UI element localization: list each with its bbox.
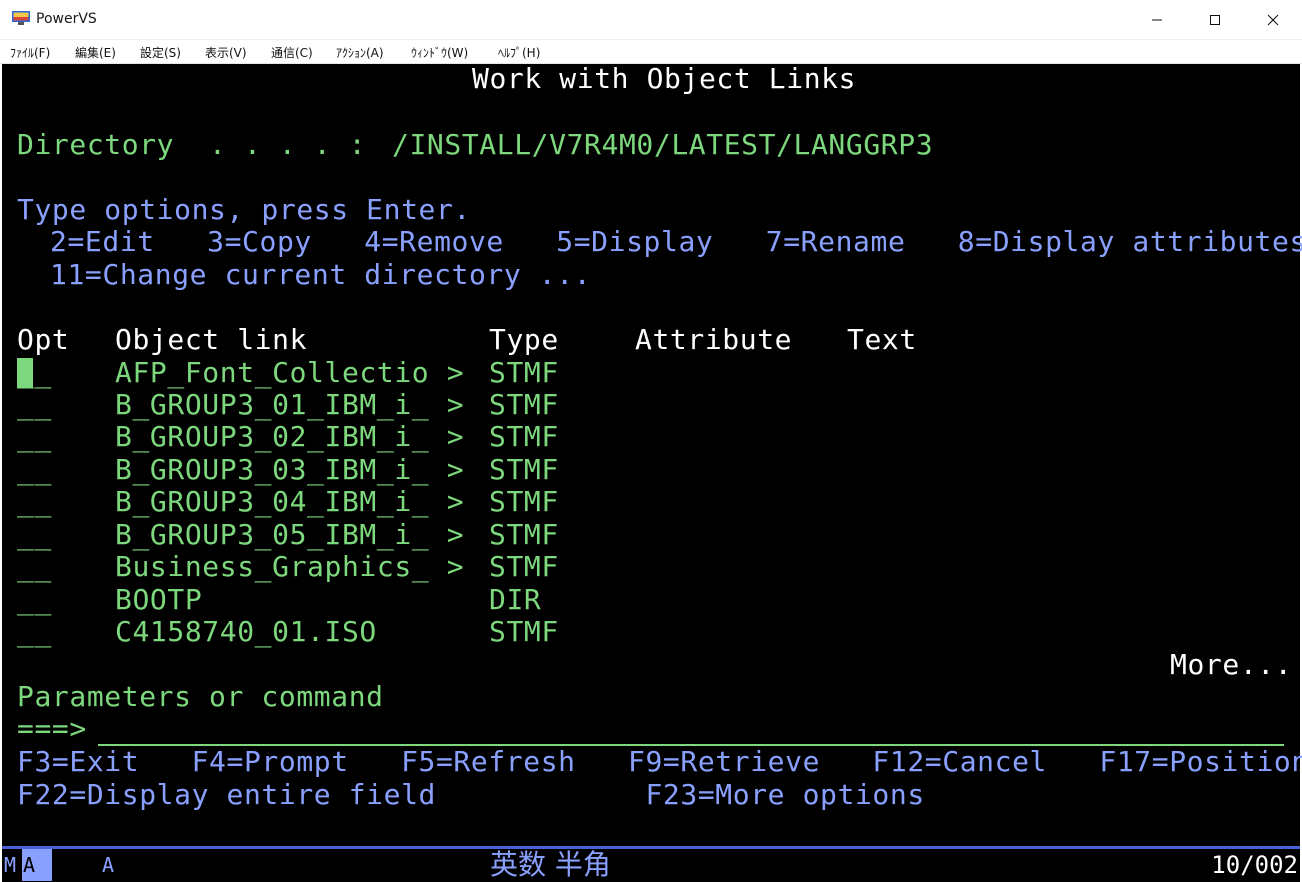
- object-type: STMF: [489, 485, 559, 518]
- menu-bar: ﾌｧｲﾙ(F) 編集(E) 設定(S) 表示(V) 通信(C) ｱｸｼｮﾝ(A)…: [0, 40, 1302, 64]
- menu-file[interactable]: ﾌｧｲﾙ(F): [10, 44, 50, 61]
- powervs-app-icon: [12, 11, 30, 25]
- menu-window[interactable]: ｳｨﾝﾄﾞｳ(W): [411, 44, 468, 61]
- status-bar: M A A 英数 半角 10/002: [2, 846, 1300, 882]
- menu-help[interactable]: ﾍﾙﾌﾟ(H): [498, 44, 540, 61]
- screen-title: Work with Object Links: [472, 62, 857, 95]
- title-bar: PowerVS: [0, 0, 1302, 40]
- object-type: STMF: [489, 518, 559, 551]
- directory-value: /INSTALL/V7R4M0/LATEST/LANGGRP3: [392, 128, 934, 161]
- parameters-label: Parameters or command: [17, 680, 384, 713]
- opt-input[interactable]: __: [17, 520, 52, 550]
- directory-label: Directory . . . . :: [17, 128, 367, 161]
- object-link: B_GROUP3_05_IBM_i_ >: [115, 518, 465, 551]
- object-type: STMF: [489, 356, 559, 389]
- menu-settings[interactable]: 設定(S): [140, 44, 181, 61]
- object-link: AFP_Font_Collectio >: [115, 356, 465, 389]
- object-type: STMF: [489, 453, 559, 486]
- object-link: BOOTP: [115, 583, 203, 616]
- function-keys-line-1: F3=Exit F4=Prompt F5=Refresh F9=Retrieve…: [17, 745, 1302, 778]
- maximize-icon: [1210, 15, 1220, 25]
- close-button[interactable]: [1244, 0, 1302, 40]
- menu-comm[interactable]: 通信(C): [271, 44, 313, 61]
- col-header-link: Object link: [115, 323, 308, 356]
- opt-input[interactable]: __: [17, 390, 52, 420]
- opt-input[interactable]: __: [17, 422, 52, 452]
- status-mode-m: M: [4, 853, 17, 877]
- opt-input[interactable]: __: [17, 487, 52, 517]
- command-prompt: ===>: [17, 712, 87, 745]
- terminal-screen[interactable]: Work with Object Links Directory . . . .…: [2, 62, 1302, 846]
- minimize-icon: [1152, 19, 1162, 21]
- col-header-type: Type: [489, 323, 559, 356]
- options-line-1: 2=Edit 3=Copy 4=Remove 5=Display 7=Renam…: [50, 225, 1302, 258]
- window-title: PowerVS: [36, 11, 97, 27]
- menu-edit[interactable]: 編集(E): [75, 44, 116, 61]
- object-type: DIR: [489, 583, 542, 616]
- cursor-position: 10/002: [1211, 851, 1298, 879]
- opt-input[interactable]: __: [17, 552, 52, 582]
- object-link: B_GROUP3_02_IBM_i_ >: [115, 420, 465, 453]
- object-link: Business_Graphics_ >: [115, 550, 465, 583]
- status-mode-highlight: A: [22, 849, 52, 881]
- minimize-button[interactable]: [1128, 0, 1186, 40]
- more-indicator: More...: [1170, 648, 1293, 681]
- object-type: STMF: [489, 420, 559, 453]
- status-ime: 英数 半角: [490, 848, 611, 881]
- object-type: STMF: [489, 615, 559, 648]
- object-link: B_GROUP3_01_IBM_i_ >: [115, 388, 465, 421]
- status-mode-a: A: [23, 853, 36, 877]
- close-icon: [1267, 14, 1279, 26]
- col-header-attr: Attribute: [635, 323, 793, 356]
- opt-input[interactable]: __: [17, 358, 52, 388]
- maximize-button[interactable]: [1186, 0, 1244, 40]
- object-link: C4158740_01.ISO: [115, 615, 377, 648]
- menu-view[interactable]: 表示(V): [205, 44, 247, 61]
- menu-action[interactable]: ｱｸｼｮﾝ(A): [336, 44, 384, 61]
- options-line-2: 11=Change current directory ...: [50, 258, 592, 291]
- opt-input[interactable]: __: [17, 617, 52, 647]
- object-type: STMF: [489, 388, 559, 421]
- object-link: B_GROUP3_03_IBM_i_ >: [115, 453, 465, 486]
- col-header-text: Text: [847, 323, 917, 356]
- opt-input[interactable]: __: [17, 455, 52, 485]
- col-header-opt: Opt: [17, 323, 70, 356]
- status-field: A: [102, 853, 115, 877]
- opt-input[interactable]: __: [17, 585, 52, 615]
- object-link: B_GROUP3_04_IBM_i_ >: [115, 485, 465, 518]
- function-keys-line-2: F22=Display entire field F23=More option…: [17, 778, 925, 811]
- instructions: Type options, press Enter.: [17, 193, 471, 226]
- object-type: STMF: [489, 550, 559, 583]
